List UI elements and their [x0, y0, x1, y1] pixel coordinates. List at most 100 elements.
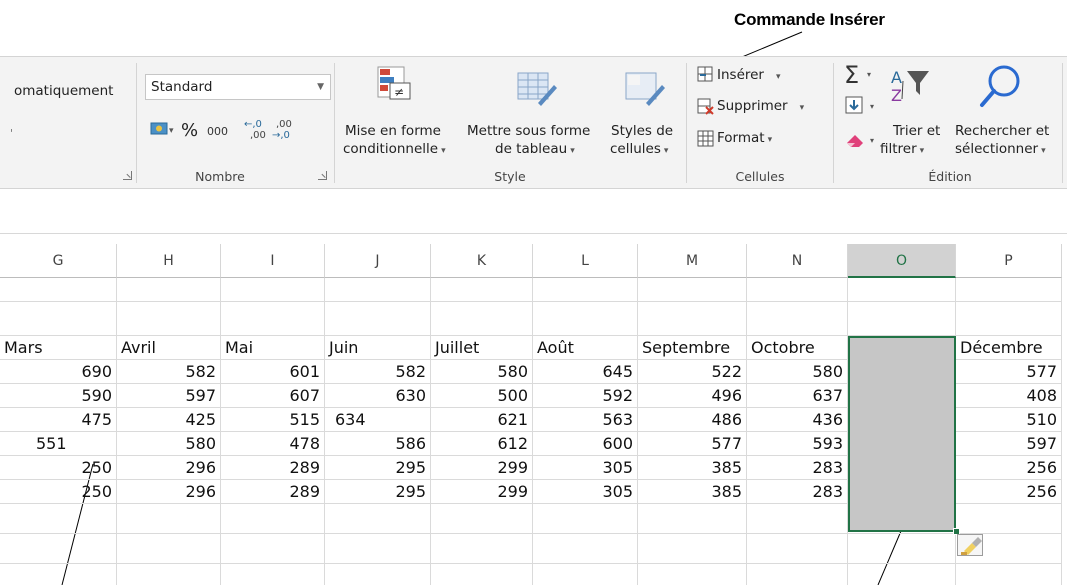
sort-filter-button[interactable]: filtrer ▾ [880, 141, 924, 157]
cell-styles-button[interactable]: cellules ▾ [610, 141, 668, 157]
column-header-m[interactable]: M [638, 244, 747, 278]
cell[interactable] [221, 302, 325, 336]
month-header-cell[interactable]: Août [533, 336, 638, 360]
cell[interactable] [431, 534, 533, 564]
percent-button[interactable]: % [181, 120, 198, 141]
cell[interactable] [956, 302, 1062, 336]
cell[interactable] [848, 302, 956, 336]
table-cell[interactable]: 299 [431, 480, 533, 504]
table-cell[interactable]: 593 [747, 432, 848, 456]
table-cell[interactable]: 500 [431, 384, 533, 408]
format-as-table-icon[interactable] [514, 69, 558, 109]
cell[interactable] [431, 504, 533, 534]
table-cell[interactable]: 475 [0, 408, 117, 432]
table-cell[interactable]: 522 [638, 360, 747, 384]
cell[interactable] [533, 564, 638, 585]
table-cell[interactable]: 630 [325, 384, 431, 408]
table-cell[interactable]: 577 [956, 360, 1062, 384]
table-cell[interactable]: 586 [325, 432, 431, 456]
insert-button[interactable]: Insérer ▾ [717, 67, 781, 83]
table-cell[interactable]: 250 [0, 480, 117, 504]
month-header-cell[interactable]: Mars [0, 336, 117, 360]
cell[interactable] [0, 278, 117, 302]
autosum-icon[interactable]: Σ ▾ [844, 63, 878, 87]
cell[interactable] [117, 302, 221, 336]
table-cell[interactable]: 256 [956, 456, 1062, 480]
cell[interactable] [117, 564, 221, 585]
table-cell[interactable]: 515 [221, 408, 325, 432]
cell[interactable] [117, 534, 221, 564]
cell[interactable] [848, 278, 956, 302]
table-cell[interactable]: 621 [431, 408, 533, 432]
cell[interactable] [638, 534, 747, 564]
column-header-k[interactable]: K [431, 244, 533, 278]
cell[interactable] [221, 278, 325, 302]
cell[interactable] [0, 534, 117, 564]
insert-options-icon[interactable] [957, 534, 983, 556]
table-cell[interactable]: 510 [956, 408, 1062, 432]
table-cell[interactable]: 295 [325, 456, 431, 480]
cell[interactable] [747, 564, 848, 585]
table-cell[interactable]: 385 [638, 456, 747, 480]
cell[interactable] [848, 564, 956, 585]
table-cell[interactable]: 486 [638, 408, 747, 432]
table-cell[interactable]: 296 [117, 456, 221, 480]
cell[interactable] [638, 504, 747, 534]
cell[interactable] [533, 504, 638, 534]
conditional-formatting-line1[interactable]: Mise en forme [345, 123, 441, 139]
cell[interactable] [956, 564, 1062, 585]
cell[interactable] [533, 534, 638, 564]
clear-eraser-icon[interactable]: ▾ [845, 129, 881, 151]
column-header-o[interactable]: O [848, 244, 956, 278]
selected-column-o[interactable] [848, 336, 956, 532]
format-as-table-line1[interactable]: Mettre sous forme [467, 123, 590, 139]
table-cell[interactable]: 289 [221, 480, 325, 504]
table-cell[interactable]: 283 [747, 456, 848, 480]
table-cell[interactable]: 690 [0, 360, 117, 384]
column-header-l[interactable]: L [533, 244, 638, 278]
cell[interactable] [0, 564, 117, 585]
format-button[interactable]: Format ▾ [717, 130, 772, 146]
table-cell[interactable]: 580 [431, 360, 533, 384]
table-cell[interactable]: 592 [533, 384, 638, 408]
table-cell[interactable]: 478 [221, 432, 325, 456]
cell[interactable] [325, 564, 431, 585]
table-cell[interactable]: 645 [533, 360, 638, 384]
cell[interactable] [325, 534, 431, 564]
cell[interactable] [638, 278, 747, 302]
cell-styles-icon[interactable] [622, 69, 666, 109]
month-header-cell[interactable]: Mai [221, 336, 325, 360]
find-select-line1[interactable]: Rechercher et [955, 123, 1049, 139]
cell[interactable] [221, 534, 325, 564]
table-cell[interactable]: 580 [747, 360, 848, 384]
format-cells-icon[interactable] [697, 130, 715, 148]
cell[interactable] [0, 504, 117, 534]
delete-cells-icon[interactable] [697, 98, 715, 116]
table-cell[interactable]: 408 [956, 384, 1062, 408]
insert-cells-icon[interactable] [697, 66, 715, 84]
cell[interactable] [431, 302, 533, 336]
sort-filter-line1[interactable]: Trier et [893, 123, 940, 139]
table-cell[interactable]: 597 [956, 432, 1062, 456]
alignment-launcher-icon[interactable] [123, 171, 132, 180]
cell[interactable] [0, 302, 117, 336]
table-cell[interactable]: 580 [117, 432, 221, 456]
find-select-icon[interactable] [978, 63, 1026, 111]
table-cell[interactable]: 582 [325, 360, 431, 384]
cell[interactable] [848, 534, 956, 564]
table-cell[interactable]: 425 [117, 408, 221, 432]
table-cell[interactable]: 563 [533, 408, 638, 432]
table-cell[interactable]: 289 [221, 456, 325, 480]
cell[interactable] [747, 504, 848, 534]
table-cell[interactable]: 256 [956, 480, 1062, 504]
table-cell[interactable]: 634 [325, 408, 431, 432]
table-cell[interactable]: 637 [747, 384, 848, 408]
table-cell[interactable]: 250 [0, 456, 117, 480]
cell[interactable] [956, 278, 1062, 302]
table-cell[interactable]: 607 [221, 384, 325, 408]
cell[interactable] [221, 564, 325, 585]
table-cell[interactable]: 305 [533, 480, 638, 504]
cell[interactable] [117, 278, 221, 302]
column-header-i[interactable]: I [221, 244, 325, 278]
cell[interactable] [431, 278, 533, 302]
